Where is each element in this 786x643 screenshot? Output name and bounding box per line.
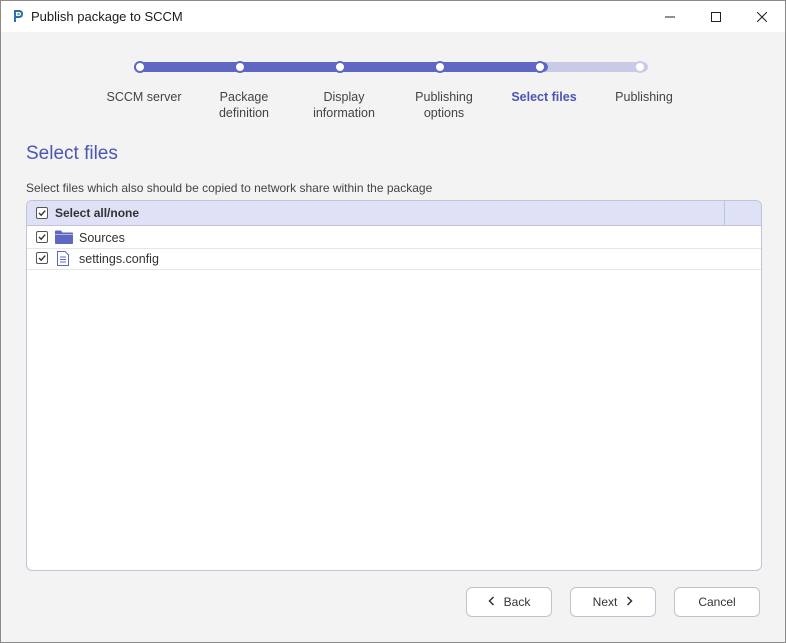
file-list: Select all/none Sources settings.config xyxy=(26,200,762,571)
list-item[interactable]: settings.config xyxy=(27,248,761,270)
folder-icon xyxy=(55,230,73,249)
item-checkbox[interactable] xyxy=(36,231,48,243)
cancel-button-label: Cancel xyxy=(698,595,736,609)
step-label-publishing: Publishing xyxy=(615,90,673,104)
step-dot-sccm-server xyxy=(134,61,146,73)
step-label-select-files: Select files xyxy=(511,90,577,104)
maximize-button[interactable] xyxy=(693,1,739,32)
cancel-button[interactable]: Cancel xyxy=(674,587,760,617)
title-bar[interactable]: Publish package to SCCM xyxy=(1,1,785,32)
dialog-window: Publish package to SCCM SCCM server Pack… xyxy=(0,0,786,643)
app-logo-icon xyxy=(11,9,25,23)
chevron-left-icon xyxy=(488,595,495,609)
next-button-label: Next xyxy=(592,595,618,609)
step-label-sccm-server: SCCM server xyxy=(106,90,182,104)
back-button-label: Back xyxy=(503,595,531,609)
wizard-stepper: SCCM server Package definition Display i… xyxy=(1,53,785,123)
list-item[interactable]: Sources xyxy=(27,227,761,249)
next-button[interactable]: Next xyxy=(570,587,656,617)
close-button[interactable] xyxy=(739,1,785,32)
step-dot-display-information xyxy=(334,61,346,73)
minimize-button[interactable] xyxy=(647,1,693,32)
step-label-display-information: Display information xyxy=(313,90,375,120)
step-label-publishing-options: Publishing options xyxy=(415,90,473,120)
file-icon xyxy=(57,251,69,271)
step-dot-publishing-options xyxy=(434,61,446,73)
page-description: Select files which also should be copied… xyxy=(26,181,433,195)
select-all-checkbox[interactable] xyxy=(36,207,48,219)
item-checkbox[interactable] xyxy=(36,252,48,264)
page-title: Select files xyxy=(26,143,118,164)
step-dot-publishing xyxy=(634,61,646,73)
item-name: settings.config xyxy=(79,252,159,266)
column-separator[interactable] xyxy=(724,201,725,225)
file-list-header: Select all/none xyxy=(27,201,761,226)
step-label-package-definition: Package definition xyxy=(218,90,270,120)
step-dot-select-files xyxy=(534,61,546,73)
back-button[interactable]: Back xyxy=(466,587,552,617)
step-dot-package-definition xyxy=(234,61,246,73)
item-name: Sources xyxy=(79,231,125,245)
window-title: Publish package to SCCM xyxy=(31,9,183,24)
select-all-label[interactable]: Select all/none xyxy=(55,206,139,220)
chevron-right-icon xyxy=(626,595,633,609)
